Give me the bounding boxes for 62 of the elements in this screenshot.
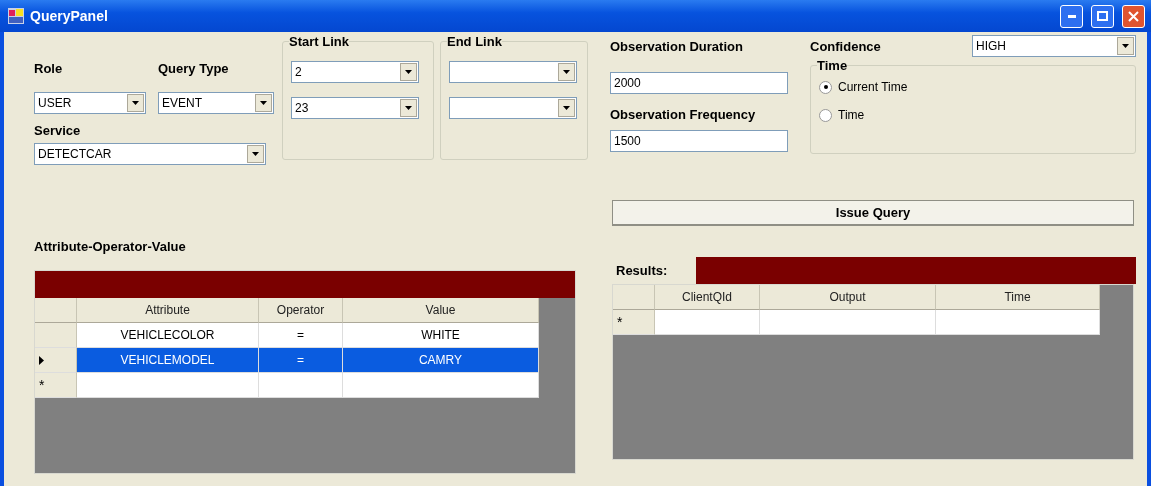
results-label: Results:	[615, 262, 669, 280]
radio-button[interactable]	[819, 80, 832, 94]
column-header[interactable]: Value	[343, 298, 539, 323]
radio-label: Time	[838, 108, 865, 122]
table-cell: WHITE	[343, 323, 539, 348]
column-header[interactable]: Time	[936, 285, 1100, 310]
close-icon	[1128, 10, 1139, 22]
new-row-marker: *	[39, 377, 45, 393]
current-row-icon	[39, 355, 44, 365]
row-header-corner	[613, 285, 655, 310]
radio-label: Current Time	[838, 80, 908, 94]
dropdown-arrow-icon	[260, 101, 267, 105]
table-cell: VEHICLECOLOR	[77, 323, 259, 348]
row-header[interactable]	[35, 348, 77, 373]
dropdown-arrow-icon	[563, 106, 570, 110]
minimize-button[interactable]	[1060, 4, 1083, 28]
grid-title: Attribute-Operator-Value	[34, 237, 187, 256]
column-header[interactable]: ClientQId	[655, 285, 760, 310]
dropdown-arrow-icon	[563, 70, 570, 74]
field-label: Service	[34, 121, 82, 140]
row-header[interactable]: *	[613, 310, 655, 335]
dropdown-arrow-icon	[132, 101, 139, 105]
maximize-icon	[1097, 11, 1108, 21]
dropdown-arrow-icon	[252, 152, 259, 156]
table-cell: =	[259, 348, 343, 373]
close-button[interactable]	[1122, 4, 1145, 28]
start-link-dropdown[interactable]: 2	[291, 61, 419, 83]
frequency-input[interactable]: 1500	[610, 130, 788, 152]
minimize-icon	[1067, 14, 1076, 18]
service-dropdown[interactable]: DETECTCAR	[34, 143, 266, 165]
group-title: Start Link	[289, 34, 349, 49]
role-dropdown[interactable]: USER	[34, 92, 146, 114]
issue-query-button[interactable]: Issue Query	[612, 200, 1134, 226]
field-label: Role	[34, 59, 64, 78]
group-title: Time	[817, 58, 848, 73]
new-row-marker: *	[617, 314, 623, 330]
dropdown-arrow-icon	[1122, 44, 1129, 48]
table-cell: =	[259, 323, 343, 348]
end-link-dropdown[interactable]	[449, 97, 577, 119]
start-link-dropdown[interactable]: 23	[291, 97, 419, 119]
field-label: Observation Duration	[610, 37, 744, 56]
app-icon	[8, 8, 24, 24]
column-header[interactable]: Attribute	[77, 298, 259, 323]
dropdown-arrow-icon	[405, 106, 412, 110]
column-header[interactable]: Output	[760, 285, 936, 310]
table-cell: CAMRY	[343, 348, 539, 373]
window-title: QueryPanel	[30, 8, 109, 24]
duration-input[interactable]: 2000	[610, 72, 788, 94]
dropdown-arrow-icon	[405, 70, 412, 74]
table-cell: VEHICLEMODEL	[77, 348, 259, 373]
query-type-dropdown[interactable]: EVENT	[158, 92, 274, 114]
end-link-dropdown[interactable]	[449, 61, 577, 83]
field-label: Query Type	[158, 59, 230, 78]
group-title: End Link	[447, 34, 502, 49]
maximize-button[interactable]	[1091, 4, 1114, 28]
row-header-corner	[35, 298, 77, 323]
field-label: Confidence	[810, 37, 881, 56]
radio-button[interactable]	[819, 108, 832, 122]
column-header[interactable]: Operator	[259, 298, 343, 323]
field-label: Observation Frequency	[610, 105, 757, 124]
confidence-dropdown[interactable]: HIGH	[972, 35, 1136, 57]
row-header[interactable]: *	[35, 373, 77, 398]
